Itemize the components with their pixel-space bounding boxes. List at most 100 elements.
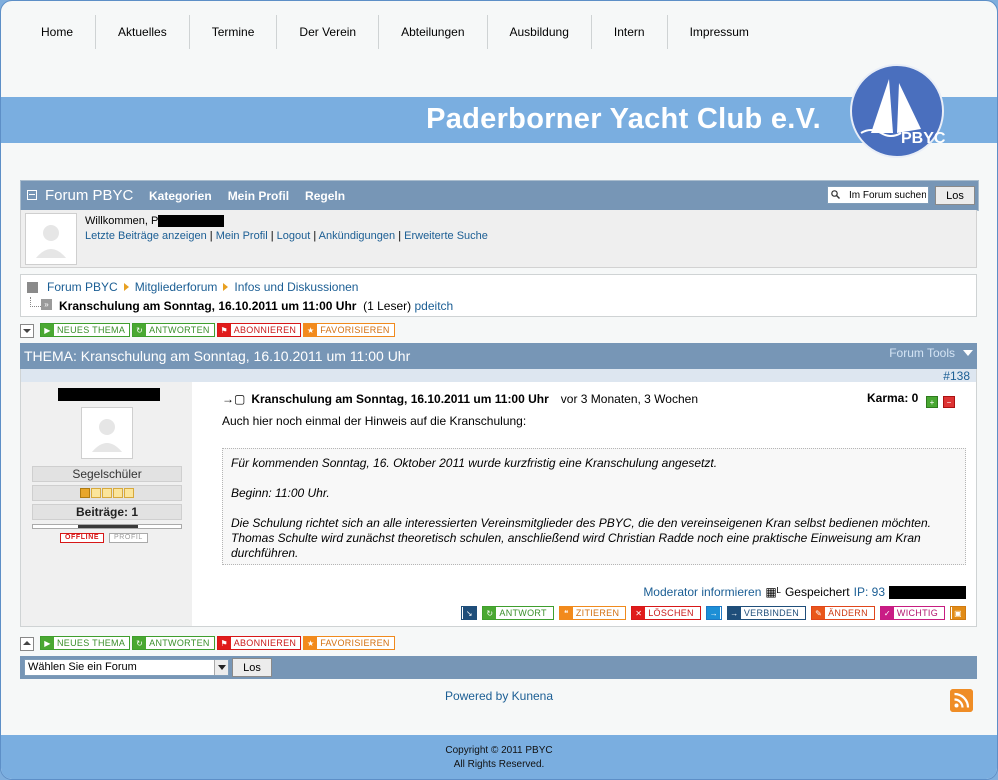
quote-button[interactable]: ❝ ZITIEREN <box>558 606 627 620</box>
welcome-greeting: Willkommen, P <box>85 215 159 227</box>
new-topic-label: NEUES THEMA <box>57 325 126 335</box>
post-reply-label: ANTWORT <box>499 608 547 618</box>
page: Home Aktuelles Termine Der Verein Abteil… <box>0 0 998 780</box>
post-arrow-icon: →▢ <box>222 392 246 406</box>
edit-button[interactable]: ✎ ÄNDERN <box>811 606 875 620</box>
subscribe-button-bottom[interactable]: ⚑ ABONNIEREN <box>216 636 302 650</box>
forum-select[interactable]: Wählen Sie ein Forum <box>24 659 229 676</box>
topic-icon: » <box>41 299 52 310</box>
rank-star-icon <box>102 488 112 498</box>
crumb-forum[interactable]: Forum PBYC <box>47 280 118 294</box>
link-announcements[interactable]: Ankündigungen <box>319 230 395 242</box>
crumb-mitgliederforum[interactable]: Mitgliederforum <box>135 280 218 294</box>
menu-regeln[interactable]: Regeln <box>305 189 345 203</box>
crumb-infos[interactable]: Infos und Diskussionen <box>234 280 358 294</box>
rank-star-icon <box>113 488 123 498</box>
subscribe-label: ABONNIEREN <box>233 638 297 648</box>
rank-star-icon <box>80 488 90 498</box>
tree-line-icon <box>30 297 41 307</box>
split-icon: → <box>707 607 721 619</box>
link-latest-posts[interactable]: Letzte Beiträge anzeigen <box>85 230 207 242</box>
split-button[interactable]: → <box>705 606 722 620</box>
nav-impressum[interactable]: Impressum <box>666 15 771 49</box>
karma-down-icon[interactable]: − <box>943 396 955 408</box>
post-number[interactable]: #138 <box>943 369 970 383</box>
reply-icon: ↻ <box>133 637 147 649</box>
nav-der-verein[interactable]: Der Verein <box>276 15 378 49</box>
reply-button[interactable]: ↻ ANTWORTEN <box>132 323 215 337</box>
nav-ausbildung[interactable]: Ausbildung <box>486 15 591 49</box>
author-rank: Segelschüler <box>32 466 182 482</box>
sticky-button[interactable]: ✓ WICHTIG <box>879 606 945 620</box>
edit-icon: ✎ <box>812 607 826 619</box>
favorite-button-bottom[interactable]: ★ FAVORISIEREN <box>303 636 395 650</box>
link-logout[interactable]: Logout <box>277 230 311 242</box>
lock-button[interactable]: ▣ <box>950 606 966 620</box>
move-button[interactable]: ↘ <box>461 606 478 620</box>
nav-aktuelles[interactable]: Aktuelles <box>95 15 189 49</box>
check-icon: ✓ <box>880 607 894 619</box>
powered-by-link[interactable]: Powered by Kunena <box>445 689 553 703</box>
profile-badge[interactable]: PROFIL <box>109 533 148 543</box>
activity-bar <box>32 524 182 529</box>
new-topic-button-bottom[interactable]: ▶ NEUES THEMA <box>40 636 131 650</box>
collapse-icon[interactable] <box>27 190 37 200</box>
lock-icon: ▣ <box>951 607 965 619</box>
topic-toolbar-bottom: ▶ NEUES THEMA ↻ ANTWORTEN ⚑ ABONNIEREN ★ FAV… <box>20 636 395 652</box>
karma-up-icon[interactable]: + <box>926 396 938 408</box>
saved-label: Gespeichert <box>784 585 850 599</box>
forum-jump-button[interactable]: Los <box>232 658 272 677</box>
topic-header: THEMA: Kranschulung am Sonntag, 16.10.20… <box>20 343 977 369</box>
post-subject-line: →▢ Kranschulung am Sonntag, 16.10.2011 um… <box>222 392 698 406</box>
rss-icon[interactable] <box>950 689 973 712</box>
nav-home[interactable]: Home <box>19 15 95 49</box>
post-reply-button[interactable]: ↻ ANTWORT <box>482 606 554 620</box>
forum-search-button[interactable]: Los <box>935 186 975 205</box>
post-subject: Kranschulung am Sonntag, 16.10.2011 um 1… <box>251 392 549 406</box>
crumb-readers: (1 Leser) <box>363 299 412 313</box>
post-actions: ↘ ↻ ANTWORT ❝ ZITIEREN ✕ LÖSCHEN → → VERBIND… <box>461 606 966 620</box>
author-avatar[interactable] <box>81 407 133 459</box>
nav-abteilungen[interactable]: Abteilungen <box>378 15 486 49</box>
menu-mein-profil[interactable]: Mein Profil <box>228 189 289 203</box>
delete-label: LÖSCHEN <box>648 608 694 618</box>
reply-icon: ↻ <box>133 324 147 336</box>
rank-star-icon <box>124 488 134 498</box>
post-intro: Auch hier noch einmal der Hinweis auf di… <box>222 414 527 428</box>
quote-block: Für kommenden Sonntag, 16. Oktober 2011 … <box>222 448 966 565</box>
footer-copyright: Copyright © 2011 PBYC <box>445 745 553 756</box>
footer-rights: All Rights Reserved. <box>453 759 545 770</box>
forum-tools[interactable]: Forum Tools <box>889 346 973 360</box>
logo-text: PBYC <box>901 130 945 147</box>
nav-intern[interactable]: Intern <box>590 15 667 49</box>
menu-kategorien[interactable]: Kategorien <box>149 189 212 203</box>
favorite-label: FAVORISIEREN <box>320 638 390 648</box>
forum-title[interactable]: Forum PBYC <box>45 187 133 204</box>
toggle-down-icon[interactable] <box>20 324 34 338</box>
saved-icon: ▦ᴸ <box>765 585 781 599</box>
breadcrumb-path: Forum PBYC Mitgliederforum Infos und Dis… <box>47 280 358 294</box>
topic-title: THEMA: Kranschulung am Sonntag, 16.10.20… <box>24 348 411 364</box>
link-my-profile[interactable]: Mein Profil <box>216 230 268 242</box>
rank-star-icon <box>91 488 101 498</box>
crumb-arrow-icon <box>223 283 229 291</box>
offline-badge: OFFLINE <box>60 533 105 543</box>
toggle-up-icon[interactable] <box>20 637 34 651</box>
subscribe-button[interactable]: ⚑ ABONNIEREN <box>216 323 302 337</box>
new-topic-button[interactable]: ▶ NEUES THEMA <box>40 323 131 337</box>
merge-button[interactable]: → VERBINDEN <box>726 606 807 620</box>
moderator-link[interactable]: Moderator informieren <box>643 585 761 599</box>
redacted-author-name[interactable] <box>58 388 160 401</box>
forum-search-input[interactable] <box>827 186 929 204</box>
link-advanced-search[interactable]: Erweiterte Suche <box>404 230 488 242</box>
delete-button[interactable]: ✕ LÖSCHEN <box>631 606 701 620</box>
favorite-button[interactable]: ★ FAVORISIEREN <box>303 323 395 337</box>
merge-icon: → <box>727 607 741 619</box>
crumb-reader-user[interactable]: pdeitch <box>415 299 454 313</box>
dropdown-arrow-icon[interactable] <box>214 660 228 675</box>
reply-button-bottom[interactable]: ↻ ANTWORTEN <box>132 636 215 650</box>
footer: Copyright © 2011 PBYC All Rights Reserve… <box>1 735 997 779</box>
nav-termine[interactable]: Termine <box>188 15 277 49</box>
breadcrumb: Forum PBYC Mitgliederforum Infos und Dis… <box>20 274 977 317</box>
avatar[interactable] <box>25 213 77 265</box>
